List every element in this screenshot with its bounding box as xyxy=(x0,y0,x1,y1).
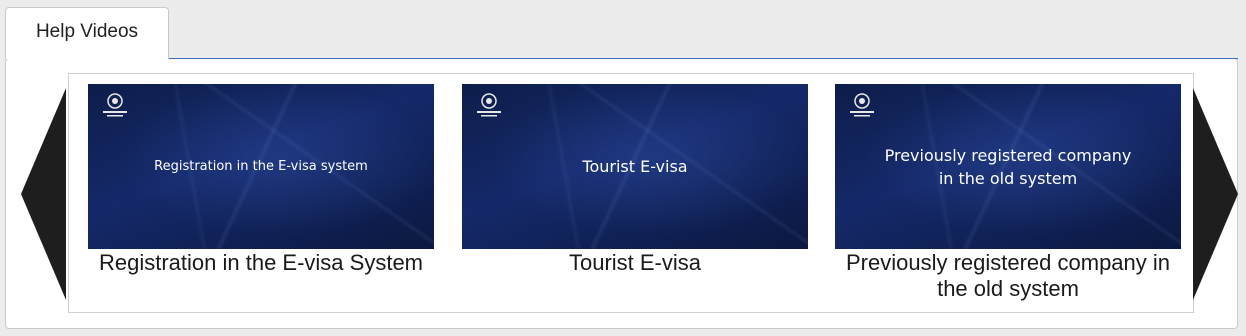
video-item-registration[interactable]: Registration in the E-visa system Regist… xyxy=(88,84,434,276)
thumbnail-title: Registration in the E-visa system xyxy=(154,159,368,174)
video-thumbnail[interactable]: Registration in the E-visa system xyxy=(88,84,434,249)
thumbnail-title: Previously registered company in the old… xyxy=(884,145,1132,188)
video-item-previously-registered[interactable]: Previously registered company in the old… xyxy=(835,84,1181,302)
video-caption[interactable]: Registration in the E-visa System xyxy=(88,250,434,276)
video-thumbnail[interactable]: Tourist E-visa xyxy=(462,84,808,249)
tab-help-videos[interactable]: Help Videos xyxy=(5,7,169,59)
tab-panel-border xyxy=(168,58,1238,59)
video-caption[interactable]: Tourist E-visa xyxy=(462,250,808,276)
video-thumbnail[interactable]: Previously registered company in the old… xyxy=(835,84,1181,249)
thumbnail-title: Tourist E-visa xyxy=(582,157,688,176)
left-arrow-icon[interactable] xyxy=(21,88,67,300)
video-item-tourist-evisa[interactable]: Tourist E-visa Tourist E-visa xyxy=(462,84,808,276)
right-arrow-icon[interactable] xyxy=(1193,88,1239,300)
video-caption[interactable]: Previously registered company in the old… xyxy=(835,250,1181,302)
